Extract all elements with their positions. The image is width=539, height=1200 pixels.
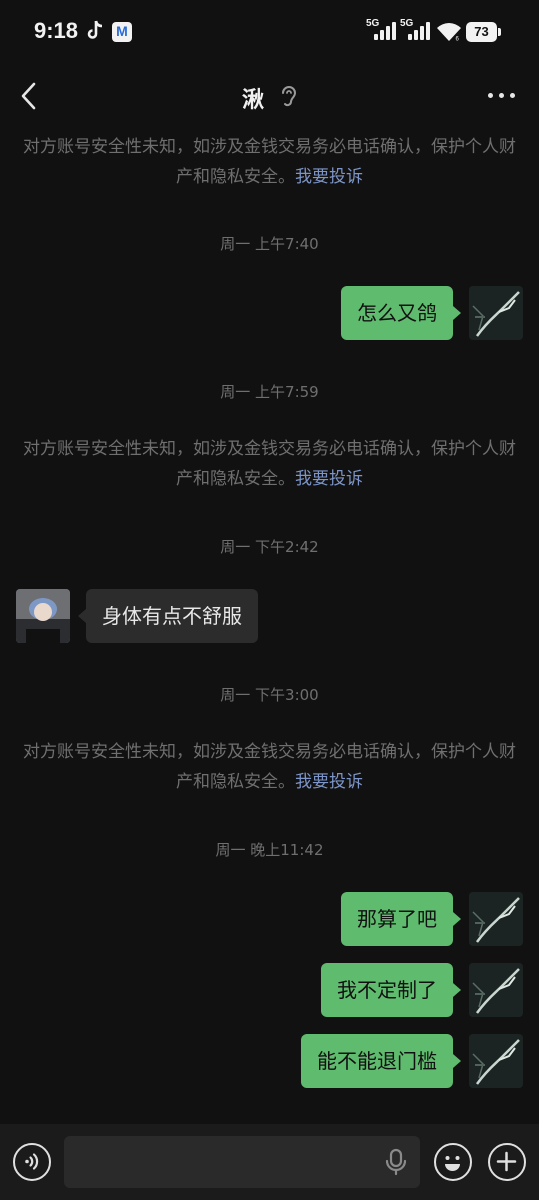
timestamp: 周一 下午2:42 bbox=[220, 538, 319, 556]
input-bar bbox=[0, 1124, 539, 1200]
report-link[interactable]: 我要投诉 bbox=[295, 469, 363, 489]
safety-notice-1: 对方账号安全性未知，如涉及金钱交易务必电话确认，保护个人财产和隐私安全。我要投诉 bbox=[20, 132, 519, 192]
message-bubble-sent[interactable]: 怎么又鸽 bbox=[341, 286, 453, 340]
timestamp: 周一 上午7:40 bbox=[220, 235, 319, 253]
add-more-icon[interactable] bbox=[488, 1143, 526, 1181]
my-avatar[interactable] bbox=[469, 286, 523, 340]
status-time: 9:18 bbox=[34, 18, 79, 43]
report-link[interactable]: 我要投诉 bbox=[295, 167, 363, 187]
back-arrow-icon[interactable] bbox=[14, 78, 44, 114]
voice-mode-icon[interactable] bbox=[13, 1143, 51, 1181]
safety-notice-2: 对方账号安全性未知，如涉及金钱交易务必电话确认，保护个人财产和隐私安全。我要投诉 bbox=[20, 434, 519, 494]
my-avatar[interactable] bbox=[469, 1034, 523, 1088]
message-bubble-sent[interactable]: 那算了吧 bbox=[341, 892, 453, 946]
message-bubble-sent[interactable]: 我不定制了 bbox=[321, 963, 453, 1017]
contact-avatar[interactable] bbox=[16, 589, 70, 643]
report-link[interactable]: 我要投诉 bbox=[295, 772, 363, 792]
my-avatar[interactable] bbox=[469, 963, 523, 1017]
battery-level: 73 bbox=[466, 22, 497, 42]
safety-notice-text: 对方账号安全性未知，如涉及金钱交易务必电话确认，保护个人财产和隐私安全。 bbox=[23, 137, 516, 187]
mail-icon bbox=[112, 22, 132, 42]
status-bar: 9:18 5G 5G 6 73 bbox=[0, 0, 539, 64]
timestamp: 周一 上午7:59 bbox=[220, 383, 319, 401]
signal-bars-icon-2 bbox=[408, 22, 430, 40]
chat-title[interactable]: 湫 bbox=[242, 82, 264, 114]
message-bubble-sent[interactable]: 能不能退门槛 bbox=[301, 1034, 453, 1088]
tiktok-icon bbox=[87, 20, 103, 39]
more-options-icon[interactable] bbox=[484, 88, 518, 102]
my-avatar[interactable] bbox=[469, 892, 523, 946]
battery-icon: 73 bbox=[466, 22, 502, 42]
ear-icon bbox=[282, 86, 297, 107]
timestamp: 周一 下午3:00 bbox=[220, 686, 319, 704]
safety-notice-text: 对方账号安全性未知，如涉及金钱交易务必电话确认，保护个人财产和隐私安全。 bbox=[23, 742, 516, 792]
message-bubble-received[interactable]: 身体有点不舒服 bbox=[86, 589, 258, 643]
safety-notice-text: 对方账号安全性未知，如涉及金钱交易务必电话确认，保护个人财产和隐私安全。 bbox=[23, 439, 516, 489]
chat-screen: 9:18 5G 5G 6 73 湫 bbox=[0, 0, 539, 1200]
timestamp: 周一 晚上11:42 bbox=[215, 841, 324, 859]
emoji-icon[interactable] bbox=[434, 1143, 472, 1181]
signal-bars-icon-1 bbox=[374, 22, 396, 40]
wifi-icon: 6 bbox=[437, 23, 461, 42]
chat-header: 湫 bbox=[0, 64, 539, 128]
microphone-icon[interactable] bbox=[384, 1148, 408, 1176]
safety-notice-3: 对方账号安全性未知，如涉及金钱交易务必电话确认，保护个人财产和隐私安全。我要投诉 bbox=[20, 737, 519, 797]
message-input[interactable] bbox=[64, 1136, 420, 1188]
